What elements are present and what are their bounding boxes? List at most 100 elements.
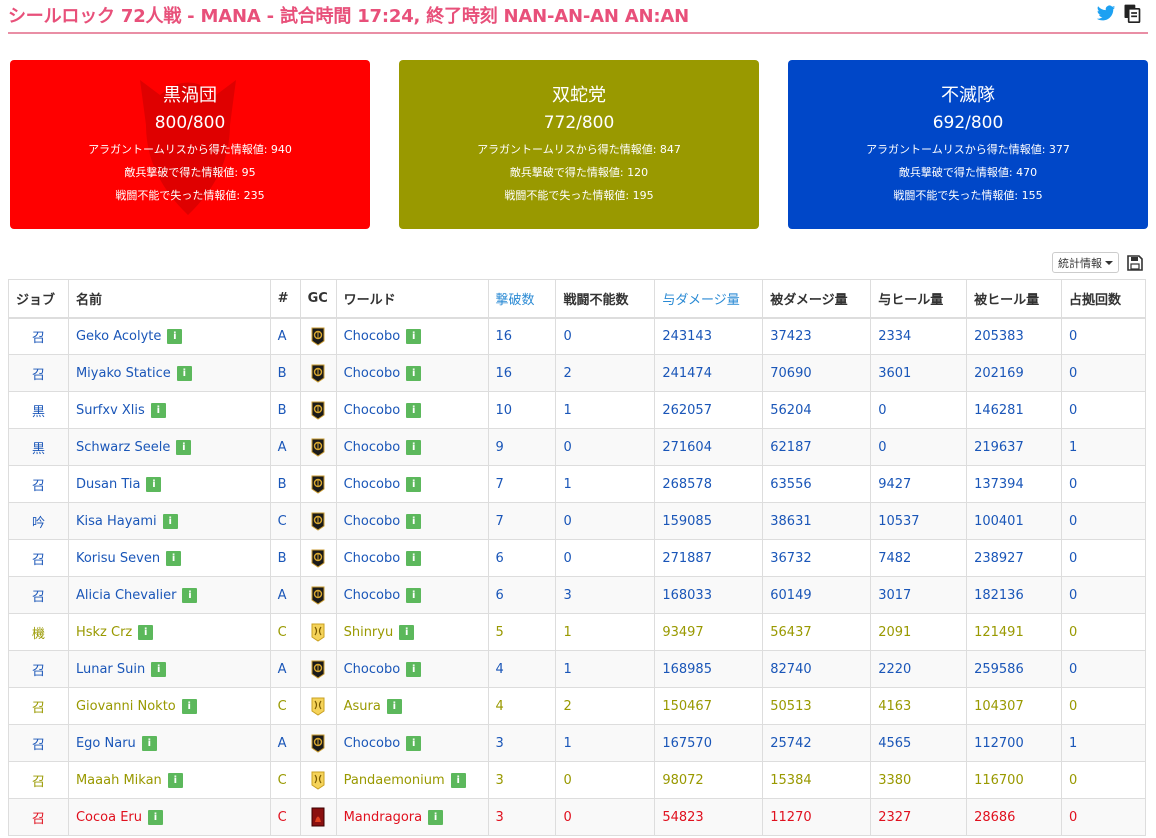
team-summary: 黒渦団 800/800 アラガントームリスから得た情報値: 940 敵兵撃破で得… [10, 60, 1148, 230]
table-row: 召 Alicia Chevalier i A Chocobo i 6 3 168033 60149… [8, 576, 1146, 614]
col-gc[interactable]: GC [299, 279, 337, 319]
table-row: 召 Miyako Statice i B Chocobo i 16 2 241474 70690 3… [8, 354, 1146, 392]
info-icon[interactable]: i [386, 698, 402, 714]
info-icon[interactable]: i [428, 809, 444, 825]
player-name-link[interactable]: Korisu Seven [76, 551, 160, 566]
header-actions [1096, 3, 1142, 23]
col-name[interactable]: 名前 [67, 279, 271, 319]
world-link[interactable]: Chocobo [344, 403, 401, 418]
info-icon[interactable]: i [167, 772, 183, 788]
world-link[interactable]: Chocobo [344, 736, 401, 751]
deaths-cell: 0 [555, 428, 656, 466]
info-icon[interactable]: i [406, 550, 422, 566]
info-icon[interactable]: i [406, 439, 422, 455]
info-icon[interactable]: i [150, 402, 166, 418]
player-name-link[interactable]: Schwarz Seele [76, 440, 170, 455]
player-name-link[interactable]: Geko Acolyte [76, 329, 161, 344]
world-link[interactable]: Chocobo [344, 440, 401, 455]
info-icon[interactable]: i [162, 513, 178, 529]
player-name-link[interactable]: Lunar Suin [76, 662, 145, 677]
player-name-link[interactable]: Alicia Chevalier [76, 588, 177, 603]
info-icon[interactable]: i [166, 550, 182, 566]
world-link[interactable]: Chocobo [344, 551, 401, 566]
damage-dealt-cell: 98072 [654, 761, 764, 799]
info-icon[interactable]: i [167, 328, 183, 344]
info-icon[interactable]: i [176, 365, 192, 381]
table-row: 機 Hskz Crz i C Shinryu i 5 1 93497 56437 2091 12149… [8, 613, 1146, 651]
info-icon[interactable]: i [146, 476, 162, 492]
stats-dropdown-button[interactable]: 統計情報 [1052, 252, 1119, 273]
job-cell: 黒 [8, 428, 69, 466]
player-name-link[interactable]: Dusan Tia [76, 477, 140, 492]
info-icon[interactable]: i [138, 624, 154, 640]
team-info-lost: 戦闘不能で失った情報値: 155 [893, 189, 1043, 202]
team-info-lost: 戦闘不能で失った情報値: 195 [504, 189, 654, 202]
damage-taken-cell: 56437 [762, 613, 872, 651]
world-link[interactable]: Mandragora [344, 810, 423, 825]
copy-icon[interactable] [1122, 3, 1142, 23]
player-name-link[interactable]: Hskz Crz [76, 625, 132, 640]
maelstrom-gc-icon [308, 511, 329, 531]
world-link[interactable]: Asura [344, 699, 381, 714]
damage-taken-cell: 36732 [762, 539, 872, 577]
player-name-link[interactable]: Kisa Hayami [76, 514, 157, 529]
col-heal-dealt[interactable]: 与ヒール量 [870, 279, 968, 319]
player-name-link[interactable]: Maaah Mikan [76, 773, 162, 788]
world-link[interactable]: Chocobo [344, 329, 401, 344]
player-name-link[interactable]: Surfxv Xlis [76, 403, 145, 418]
heal-taken-cell: 205383 [966, 317, 1063, 355]
damage-dealt-cell: 271604 [654, 428, 764, 466]
team-name: 黒渦団 [163, 85, 217, 106]
party-cell: B [269, 391, 301, 429]
col-damage-taken[interactable]: 被ダメージ量 [762, 279, 872, 319]
world-cell: Chocobo i [335, 465, 489, 503]
info-icon[interactable]: i [406, 735, 422, 751]
job-label: 召 [31, 663, 45, 679]
player-name-link[interactable]: Giovanni Nokto [76, 699, 176, 714]
info-icon[interactable]: i [406, 365, 422, 381]
party-label: C [277, 809, 287, 825]
info-icon[interactable]: i [399, 624, 415, 640]
world-link[interactable]: Pandaemonium [344, 773, 445, 788]
col-captures[interactable]: 占拠回数 [1061, 279, 1146, 319]
world-link[interactable]: Chocobo [344, 477, 401, 492]
party-cell: A [269, 650, 301, 688]
world-cell: Chocobo i [335, 576, 489, 614]
world-link[interactable]: Chocobo [344, 588, 401, 603]
col-world[interactable]: ワールド [335, 279, 489, 319]
twitter-icon[interactable] [1096, 3, 1116, 23]
team-info-lost: 戦闘不能で失った情報値: 235 [115, 189, 265, 202]
world-link[interactable]: Shinryu [344, 625, 394, 640]
info-icon[interactable]: i [182, 587, 198, 603]
player-name-link[interactable]: Ego Naru [76, 736, 136, 751]
col-damage-dealt[interactable]: 与ダメージ量 [654, 279, 764, 319]
info-icon[interactable]: i [151, 661, 167, 677]
world-link[interactable]: Chocobo [344, 514, 401, 529]
col-kills[interactable]: 撃破数 [487, 279, 557, 319]
info-icon[interactable]: i [406, 402, 422, 418]
info-icon[interactable]: i [450, 772, 466, 788]
world-link[interactable]: Chocobo [344, 662, 401, 677]
info-icon[interactable]: i [406, 328, 422, 344]
info-icon[interactable]: i [406, 587, 422, 603]
info-icon[interactable]: i [406, 476, 422, 492]
info-icon[interactable]: i [141, 735, 157, 751]
world-link[interactable]: Chocobo [344, 366, 401, 381]
col-deaths[interactable]: 戦闘不能数 [555, 279, 656, 319]
col-party[interactable]: # [269, 279, 301, 319]
info-icon[interactable]: i [406, 513, 422, 529]
heal-taken-cell: 116700 [966, 761, 1063, 799]
player-name-link[interactable]: Cocoa Eru [76, 810, 142, 825]
save-icon[interactable] [1127, 254, 1143, 271]
info-icon[interactable]: i [406, 661, 422, 677]
info-icon[interactable]: i [176, 439, 192, 455]
col-job[interactable]: ジョブ [8, 279, 69, 319]
col-heal-taken[interactable]: 被ヒール量 [966, 279, 1063, 319]
name-cell: Schwarz Seele i [67, 428, 271, 466]
info-icon[interactable]: i [148, 809, 163, 825]
job-cell: 召 [8, 687, 69, 725]
world-cell: Chocobo i [335, 428, 489, 466]
gc-cell [299, 465, 337, 503]
info-icon[interactable]: i [181, 698, 197, 714]
player-name-link[interactable]: Miyako Statice [76, 366, 171, 381]
